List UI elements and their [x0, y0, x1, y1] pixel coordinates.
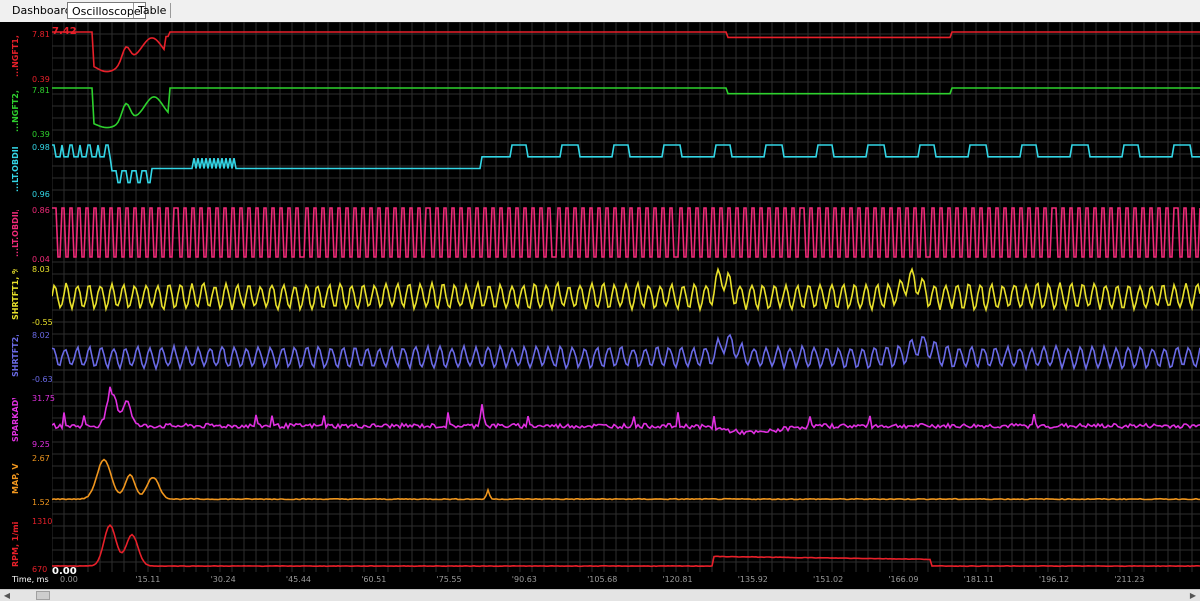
channel-current-value-1: 7.42 [52, 26, 77, 37]
time-tick-label: '90.63 [511, 575, 537, 584]
channel-max-4: 0.86 [32, 206, 50, 215]
channel-name-2: ...NGFT2, % [11, 90, 20, 132]
channel-name-7: SPARKADV, ° [11, 398, 20, 442]
channel-name-9: RPM, 1/min [11, 521, 20, 567]
channel-min-6: -0.63 [32, 375, 53, 384]
channel-min-7: 9.25 [32, 440, 50, 449]
scrollbar-thumb[interactable] [36, 591, 50, 600]
time-tick-label: '60.51 [361, 575, 387, 584]
time-tick-label: '105.68 [587, 575, 618, 584]
time-tick-label: '15.11 [135, 575, 161, 584]
tab-bar: Dashboard Oscilloscope Table [0, 0, 1200, 23]
channel-max-2: 7.81 [32, 86, 50, 95]
time-tick-label: '151.02 [813, 575, 844, 584]
time-tick-label: '30.24 [210, 575, 236, 584]
horizontal-scrollbar[interactable]: ◀ ▶ [0, 589, 1200, 601]
time-axis: Time, ms 0.00 '15.11 '30.24 '45.44 '60.51 '75… [0, 572, 1200, 589]
channel-min-2: 0.39 [32, 130, 50, 139]
plot-grid [52, 22, 1200, 572]
channel-min-3: 0.96 [32, 190, 50, 199]
time-tick-label: '75.55 [436, 575, 462, 584]
channel-name-8: MAP, V [11, 463, 20, 495]
time-tick-label: 0.00 [60, 575, 78, 584]
tab-dashboard[interactable]: Dashboard [8, 2, 76, 19]
time-tick-label: '120.81 [662, 575, 693, 584]
scroll-left-arrow-icon[interactable]: ◀ [0, 590, 14, 601]
channel-name-3: ...LT.OBDII, V [11, 147, 20, 192]
time-tick-label: '211.23 [1114, 575, 1145, 584]
channel-name-5: SHRTFT1, % [11, 269, 20, 320]
time-tick-label: '181.11 [963, 575, 994, 584]
time-tick-label: '166.09 [888, 575, 919, 584]
signal-traces [52, 31, 1200, 568]
channel-max-9: 1310 [32, 517, 53, 526]
channel-max-5: 8.03 [32, 265, 50, 274]
channel-min-5: -0.55 [32, 318, 53, 327]
oscilloscope-view[interactable]: ...NGFT1, % 7.81 0.39 7.42 ...NGFT2, % 7.81 0.… [0, 22, 1200, 589]
channel-min-4: 0.04 [32, 255, 50, 264]
channel-min-8: 1.52 [32, 498, 50, 507]
channel-max-1: 7.81 [32, 30, 50, 39]
trace-1 [52, 31, 1200, 73]
channel-name-6: SHRTFT2, % [11, 335, 20, 377]
tab-divider [170, 3, 171, 18]
channel-name-1: ...NGFT1, % [11, 34, 20, 77]
channel-name-4: ...LT.OBDII, V [11, 210, 20, 257]
scroll-right-arrow-icon[interactable]: ▶ [1186, 590, 1200, 601]
trace-6 [52, 333, 1200, 372]
tab-table[interactable]: Table [134, 2, 170, 19]
trace-5 [52, 266, 1200, 313]
channel-max-8: 2.67 [32, 454, 50, 463]
channel-max-3: 0.98 [32, 143, 50, 152]
time-tick-label: '135.92 [737, 575, 768, 584]
channel-max-7: 31.75 [32, 394, 55, 403]
trace-3 [52, 144, 1200, 184]
oscilloscope-plot[interactable] [52, 22, 1200, 572]
time-axis-title: Time, ms [12, 575, 49, 584]
trace-9 [52, 524, 1200, 568]
time-tick-label: '45.44 [285, 575, 311, 584]
channel-max-6: 8.02 [32, 331, 50, 340]
time-tick-label: '196.12 [1038, 575, 1070, 584]
channel-min-1: 0.39 [32, 75, 50, 84]
